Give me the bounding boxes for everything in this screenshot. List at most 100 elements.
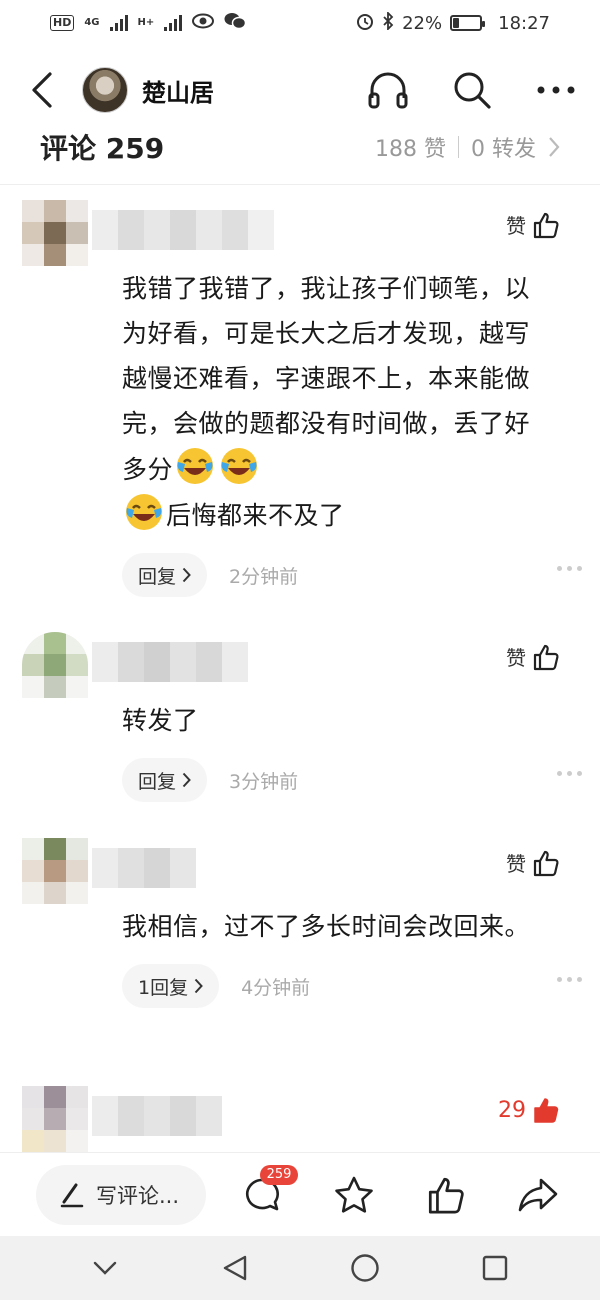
like-label: 赞 [506, 646, 526, 670]
comments-title: 评论 259 [40, 132, 165, 165]
chevron-right-icon [549, 137, 560, 157]
signal-icon [109, 15, 128, 31]
thumbs-up-icon [533, 644, 559, 670]
likes-count: 188 赞 [375, 137, 446, 162]
reply-label: 回复 [138, 565, 177, 588]
thumbs-up-icon [428, 1177, 464, 1213]
back-button[interactable] [22, 70, 62, 110]
network-type-1: 4G [84, 17, 100, 28]
comment-item: 赞 转发了 回复 3分钟前 [0, 628, 600, 803]
square-recents-icon [482, 1255, 508, 1281]
thumbs-up-icon [533, 212, 559, 238]
hd-indicator: HD [50, 15, 75, 31]
bar-actions: 259 [236, 1164, 564, 1221]
network-type-2: H+ [137, 17, 155, 28]
laugh-cry-emoji-icon [126, 494, 162, 530]
section-divider [0, 184, 600, 185]
like-button[interactable]: 赞 [506, 210, 560, 239]
star-icon [335, 1176, 373, 1213]
reply-button[interactable]: 1回复 [122, 964, 220, 1008]
signal-icon-2 [164, 15, 183, 31]
top-nav: 楚山居 [0, 52, 600, 128]
like-label: 赞 [506, 852, 526, 876]
reply-button[interactable]: 回复 [122, 758, 208, 802]
commenter-name-blurred[interactable] [92, 848, 196, 888]
laugh-cry-emoji-icon [177, 448, 214, 484]
comments-button[interactable]: 259 [236, 1164, 298, 1221]
bottom-action-bar: 写评论... 259 [0, 1152, 600, 1236]
more-button[interactable] [534, 68, 578, 112]
reply-label: 1回复 [138, 976, 189, 999]
favorite-button[interactable] [328, 1169, 380, 1221]
listen-button[interactable] [366, 68, 410, 112]
like-label: 赞 [506, 214, 526, 238]
commenter-avatar[interactable] [22, 838, 88, 904]
nav-actions [366, 68, 578, 112]
comment-item: 赞 我相信，过不了多长时间会改回来。 1回复 4分钟前 [0, 834, 600, 1009]
comment-time: 3分钟前 [229, 770, 299, 793]
author-name[interactable]: 楚山居 [142, 73, 366, 108]
alarm-icon [356, 12, 374, 35]
status-left: HD 4G H+ [50, 12, 247, 35]
eye-icon [192, 13, 215, 34]
shares-count: 0 转发 [471, 137, 536, 162]
hide-nav-button[interactable] [80, 1243, 130, 1293]
stats-divider [458, 136, 459, 158]
share-button[interactable] [512, 1169, 564, 1221]
chevron-right-icon [194, 978, 203, 994]
pen-icon [60, 1183, 84, 1207]
chevron-right-icon [182, 567, 191, 583]
commenter-name-blurred[interactable] [92, 642, 248, 682]
battery-icon [450, 15, 486, 31]
battery-fill [453, 18, 459, 28]
headphones-icon [368, 72, 408, 109]
author-avatar[interactable] [82, 67, 128, 113]
reply-button[interactable]: 回复 [122, 553, 208, 597]
laugh-cry-emoji-icon [221, 448, 258, 484]
search-button[interactable] [450, 68, 494, 112]
comment-more-button[interactable] [557, 977, 582, 982]
comment-text: 转发了 [122, 706, 199, 735]
like-post-button[interactable] [420, 1169, 472, 1221]
comment-more-button[interactable] [557, 566, 582, 571]
bluetooth-icon [382, 10, 394, 35]
system-home-button[interactable] [340, 1243, 390, 1293]
like-count: 29 [498, 1097, 526, 1123]
comment-time: 2分钟前 [229, 565, 299, 588]
thumbs-up-icon [533, 850, 559, 876]
like-button[interactable]: 赞 [506, 642, 560, 671]
chevron-down-icon [93, 1261, 117, 1275]
commenter-avatar[interactable] [22, 632, 88, 698]
commenter-name-blurred[interactable] [92, 1096, 222, 1136]
circle-home-icon [351, 1254, 379, 1282]
clock: 18:27 [498, 12, 550, 34]
like-button[interactable]: 29 [498, 1096, 560, 1124]
chevron-left-icon [32, 72, 52, 108]
system-nav-bar [0, 1236, 600, 1300]
comment-more-button[interactable] [557, 771, 582, 776]
thumbs-up-filled-icon [534, 1098, 559, 1123]
like-button[interactable]: 赞 [506, 848, 560, 877]
system-recents-button[interactable] [470, 1243, 520, 1293]
comments-header: 评论 259 188 赞 0 转发 [0, 124, 600, 170]
comment-item: 29 [0, 1082, 600, 1152]
status-bar: HD 4G H+ 22% 18:27 [0, 0, 600, 46]
write-comment-label: 写评论... [96, 1183, 180, 1208]
write-comment-button[interactable]: 写评论... [36, 1164, 206, 1225]
battery-percent: 22% [402, 12, 443, 34]
comment-text: 我错了我错了，我让孩子们顿笔，以为好看，可是长大之后才发现，越写越慢还难看，字速… [122, 274, 531, 530]
search-icon [454, 72, 491, 109]
more-dots-icon [537, 86, 575, 94]
triangle-back-icon [223, 1255, 247, 1281]
commenter-avatar[interactable] [22, 200, 88, 266]
commenter-avatar[interactable] [22, 1086, 88, 1152]
comment-text: 我相信，过不了多长时间会改回来。 [122, 912, 531, 941]
chevron-right-icon [182, 772, 191, 788]
commenter-name-blurred[interactable] [92, 210, 274, 250]
reply-label: 回复 [138, 770, 177, 793]
post-stats[interactable]: 188 赞 0 转发 [375, 131, 560, 163]
comment-item: 赞 我错了我错了，我让孩子们顿笔，以为好看，可是长大之后才发现，越写越慢还难看，… [0, 196, 600, 598]
comment-time: 4分钟前 [241, 976, 311, 999]
system-back-button[interactable] [210, 1243, 260, 1293]
wechat-icon [224, 12, 247, 35]
